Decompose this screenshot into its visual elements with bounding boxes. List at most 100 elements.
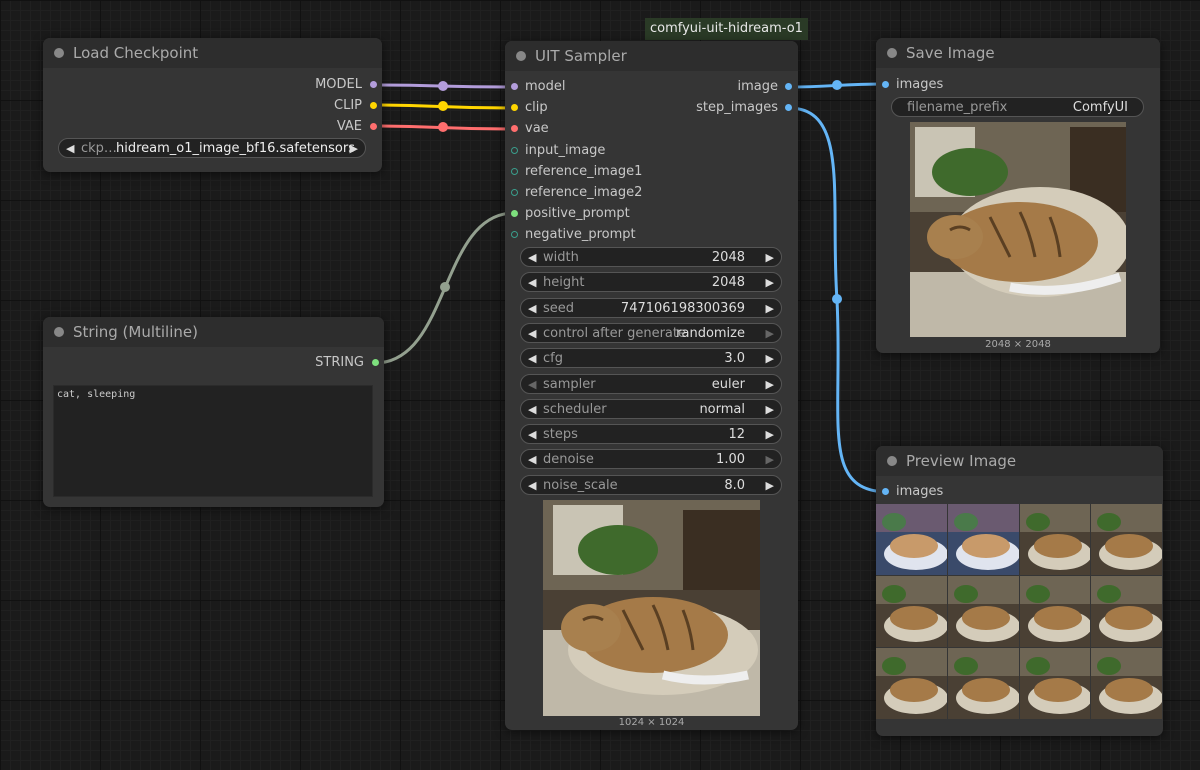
- node-title-bar[interactable]: Preview Image: [876, 446, 1163, 476]
- output-vae[interactable]: VAE: [337, 119, 377, 135]
- arrow-right-icon[interactable]: ▶: [766, 299, 774, 319]
- wire-image[interactable]: [788, 82, 887, 89]
- input-model[interactable]: model: [507, 79, 565, 95]
- group-label[interactable]: comfyui-uit-hidream-o1: [645, 18, 808, 40]
- wire-clip[interactable]: [371, 103, 515, 110]
- preview-image-node[interactable]: Preview Image images: [876, 446, 1163, 736]
- ckpt-name-combo[interactable]: ◀ ckp… hidream_o1_image_bf16.safetensors…: [58, 138, 366, 158]
- preview-thumbnail[interactable]: [1019, 576, 1091, 647]
- widget-width[interactable]: ◀ width 2048 ▶: [520, 247, 782, 267]
- arrow-left-icon[interactable]: ◀: [528, 299, 536, 319]
- wire-step-images-midpoint[interactable]: [832, 294, 842, 304]
- filename-prefix-field[interactable]: filename_prefix ComfyUI: [891, 97, 1144, 117]
- slot-dot-icon[interactable]: [511, 189, 518, 196]
- input-clip[interactable]: clip: [507, 100, 548, 116]
- load-checkpoint-node[interactable]: Load Checkpoint MODEL CLIP VAE ◀ ckp… hi…: [43, 38, 382, 172]
- input-reference-image1[interactable]: reference_image1: [507, 164, 642, 180]
- arrow-left-icon[interactable]: ◀: [528, 476, 536, 496]
- wire-model[interactable]: [371, 83, 515, 89]
- preview-thumbnail[interactable]: [876, 504, 947, 575]
- arrow-right-icon[interactable]: ▶: [766, 273, 774, 293]
- preview-thumbnail[interactable]: [1019, 648, 1091, 719]
- preview-thumbnail[interactable]: [1019, 504, 1091, 575]
- input-input-image[interactable]: input_image: [507, 143, 605, 159]
- wire-vae[interactable]: [371, 124, 515, 131]
- arrow-right-icon[interactable]: ▶: [766, 450, 774, 470]
- preview-thumbnail[interactable]: [947, 648, 1019, 719]
- node-title-bar[interactable]: UIT Sampler: [505, 41, 798, 71]
- output-clip[interactable]: CLIP: [334, 98, 377, 114]
- node-title-bar[interactable]: String (Multiline): [43, 317, 384, 347]
- widget-scheduler[interactable]: ◀ scheduler normal ▶: [520, 398, 782, 420]
- wire-string[interactable]: [374, 211, 515, 365]
- widget-denoise[interactable]: ◀ denoise 1.00 ▶: [520, 449, 782, 470]
- preview-thumbnail[interactable]: [1091, 504, 1162, 575]
- node-title-bar[interactable]: Save Image: [876, 38, 1160, 68]
- input-images[interactable]: images: [878, 484, 943, 500]
- sampler-preview-image[interactable]: [543, 500, 760, 716]
- widget-control-after-generate[interactable]: ◀ control after generate randomize ▶: [520, 322, 782, 344]
- wire-string-midpoint[interactable]: [440, 282, 450, 292]
- arrow-right-icon[interactable]: ▶: [766, 375, 774, 395]
- arrow-left-icon[interactable]: ◀: [528, 324, 536, 344]
- collapse-dot-icon[interactable]: [54, 327, 64, 337]
- input-positive-prompt[interactable]: positive_prompt: [507, 206, 630, 222]
- arrow-left-icon[interactable]: ◀: [528, 400, 536, 420]
- arrow-left-icon[interactable]: ◀: [528, 425, 536, 445]
- arrow-left-icon[interactable]: ◀: [528, 273, 536, 293]
- output-string[interactable]: STRING: [315, 355, 379, 371]
- widget-steps[interactable]: ◀ steps 12 ▶: [520, 424, 782, 445]
- collapse-dot-icon[interactable]: [887, 456, 897, 466]
- collapse-dot-icon[interactable]: [54, 48, 64, 58]
- arrow-left-icon[interactable]: ◀: [528, 248, 536, 268]
- save-image-node[interactable]: Save Image images filename_prefix ComfyU…: [876, 38, 1160, 353]
- preview-thumbnail[interactable]: [1091, 576, 1162, 647]
- string-text-input[interactable]: cat, sleeping: [53, 385, 373, 497]
- arrow-left-icon[interactable]: ◀: [528, 375, 536, 395]
- slot-dot-icon[interactable]: [511, 104, 518, 112]
- slot-dot-icon[interactable]: [370, 81, 377, 88]
- output-image[interactable]: image: [738, 79, 792, 95]
- slot-dot-icon[interactable]: [882, 488, 889, 495]
- wire-step-images[interactable]: [788, 106, 887, 494]
- widget-cfg[interactable]: ◀ cfg 3.0 ▶: [520, 348, 782, 369]
- slot-dot-icon[interactable]: [511, 146, 518, 154]
- slot-dot-icon[interactable]: [882, 81, 889, 88]
- widget-height[interactable]: ◀ height 2048 ▶: [520, 272, 782, 293]
- widget-sampler[interactable]: ◀ sampler euler ▶: [520, 373, 782, 395]
- slot-dot-icon[interactable]: [511, 231, 518, 239]
- arrow-left-icon[interactable]: ◀: [528, 450, 536, 470]
- arrow-right-icon[interactable]: ▶: [766, 248, 774, 268]
- preview-thumbnail[interactable]: [947, 576, 1019, 647]
- collapse-dot-icon[interactable]: [516, 51, 526, 61]
- preview-thumbnail[interactable]: [947, 504, 1019, 575]
- uit-sampler-node[interactable]: UIT Sampler model clip vae input_imagerefer…: [505, 41, 798, 730]
- input-negative-prompt[interactable]: negative_prompt: [507, 227, 636, 243]
- slot-dot-icon[interactable]: [785, 104, 792, 111]
- widget-seed[interactable]: ◀ seed 747106198300369 ▶: [520, 297, 782, 319]
- output-model[interactable]: MODEL: [315, 77, 377, 93]
- slot-dot-icon[interactable]: [785, 83, 792, 90]
- arrow-right-icon[interactable]: ▶: [766, 349, 774, 369]
- wire-clip-midpoint[interactable]: [438, 101, 448, 111]
- arrow-left-icon[interactable]: ◀: [66, 139, 74, 159]
- arrow-right-icon[interactable]: ▶: [766, 400, 774, 420]
- node-title-bar[interactable]: Load Checkpoint: [43, 38, 382, 68]
- collapse-dot-icon[interactable]: [887, 48, 897, 58]
- slot-dot-icon[interactable]: [511, 167, 518, 175]
- slot-dot-icon[interactable]: [511, 210, 518, 218]
- input-reference-image2[interactable]: reference_image2: [507, 185, 642, 201]
- input-vae[interactable]: vae: [507, 121, 549, 137]
- arrow-right-icon[interactable]: ▶: [766, 324, 774, 344]
- input-images[interactable]: images: [878, 77, 943, 93]
- arrow-right-icon[interactable]: ▶: [766, 425, 774, 445]
- preview-thumbnail[interactable]: [876, 576, 947, 647]
- wire-model-midpoint[interactable]: [438, 81, 448, 91]
- slot-dot-icon[interactable]: [370, 123, 377, 130]
- output-step-images[interactable]: step_images: [696, 100, 792, 116]
- slot-dot-icon[interactable]: [372, 359, 379, 366]
- slot-dot-icon[interactable]: [370, 102, 377, 109]
- preview-thumbnail[interactable]: [1091, 648, 1162, 719]
- arrow-right-icon[interactable]: ▶: [766, 476, 774, 496]
- slot-dot-icon[interactable]: [511, 83, 518, 90]
